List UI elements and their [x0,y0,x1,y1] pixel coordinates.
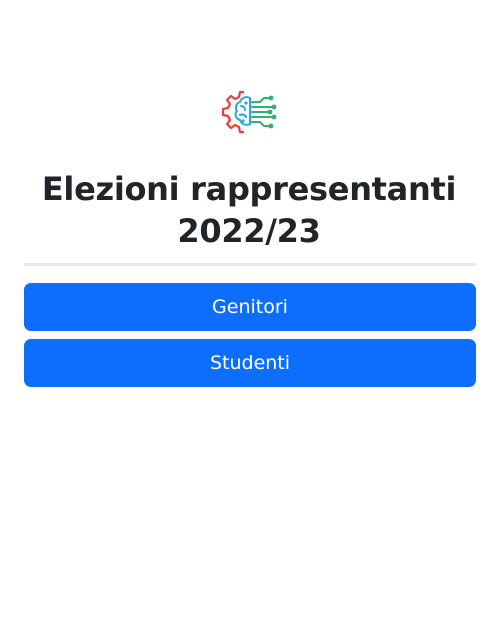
page-title-line-1: Elezioni rappresentanti [41,170,457,208]
studenti-button[interactable]: Studenti [24,339,476,387]
page-title-line-2: 2022/23 [177,212,321,250]
genitori-button[interactable]: Genitori [24,283,476,331]
brain-circuit-gear-icon [220,86,280,144]
page: Elezioni rappresentanti 2022/23 Genitori… [0,0,498,624]
page-title: Elezioni rappresentanti 2022/23 [0,168,498,252]
divider [24,263,476,266]
